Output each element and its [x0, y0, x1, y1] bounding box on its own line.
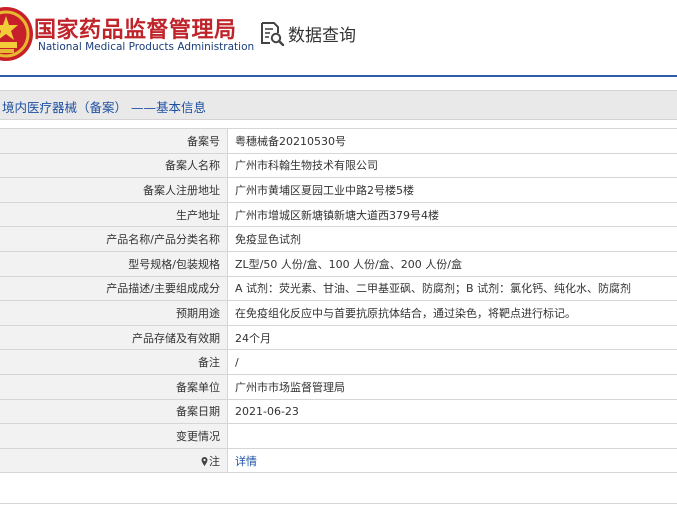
- detail-table: 备案号 粤穗械备20210530号 备案人名称 广州市科翰生物技术有限公司 备案…: [0, 128, 677, 474]
- row-label-note: 注: [0, 447, 228, 474]
- row-value: 24个月: [227, 324, 677, 351]
- table-row: 变更情况: [0, 423, 677, 449]
- row-label: 产品描述/主要组成成分: [0, 275, 228, 302]
- row-value: [227, 423, 677, 449]
- header-divider: [0, 75, 677, 77]
- table-row: 预期用途 在免疫组化反应中与首要抗原抗体结合，通过染色，将靶点进行标记。: [0, 300, 677, 326]
- row-value: 广州市科翰生物技术有限公司: [227, 152, 677, 179]
- row-value: 广州市黄埔区夏园工业中路2号楼5楼: [227, 177, 677, 203]
- document-search-icon: [261, 22, 285, 46]
- table-row: 产品名称/产品分类名称 免疫显色试剂: [0, 226, 677, 252]
- table-row: 生产地址 广州市增城区新塘镇新塘大道西379号4楼: [0, 201, 677, 228]
- row-label: 备案人名称: [0, 152, 228, 179]
- table-row: 备案人名称 广州市科翰生物技术有限公司: [0, 152, 677, 179]
- national-emblem-icon: [0, 7, 33, 61]
- pin-icon: [201, 456, 208, 466]
- row-label: 备案日期: [0, 398, 228, 425]
- row-value: A 试剂：荧光素、甘油、二甲基亚砜、防腐剂；B 试剂：氯化钙、纯化水、防腐剂: [227, 275, 677, 302]
- table-row: 注 详情: [0, 447, 677, 474]
- row-label: 产品名称/产品分类名称: [0, 226, 228, 252]
- row-value: 粤穗械备20210530号: [227, 128, 677, 154]
- section-title: 境内医疗器械（备案） ——基本信息: [2, 100, 206, 115]
- page-title: 数据查询: [288, 26, 356, 46]
- table-row: 型号规格/包装规格 ZL型/50 人份/盒、100 人份/盒、200 人份/盒: [0, 250, 677, 277]
- row-label: 变更情况: [0, 423, 228, 449]
- row-label: 备案人注册地址: [0, 177, 228, 203]
- table-row: 备注 /: [0, 349, 677, 375]
- row-label: 生产地址: [0, 201, 228, 228]
- row-value: 详情: [227, 447, 677, 474]
- row-value: 广州市增城区新塘镇新塘大道西379号4楼: [227, 201, 677, 228]
- footer-divider: [0, 503, 677, 504]
- brand-subtitle: National Medical Products Administration: [38, 41, 255, 53]
- details-link[interactable]: 详情: [235, 455, 257, 468]
- row-label: 预期用途: [0, 300, 228, 326]
- row-label: 备注: [0, 349, 228, 375]
- row-label: 备案单位: [0, 373, 228, 400]
- row-value: ZL型/50 人份/盒、100 人份/盒、200 人份/盒: [227, 250, 677, 277]
- note-label: 注: [209, 454, 220, 468]
- table-row: 备案单位 广州市市场监督管理局: [0, 373, 677, 400]
- table-row: 产品描述/主要组成成分 A 试剂：荧光素、甘油、二甲基亚砜、防腐剂；B 试剂：氯…: [0, 275, 677, 302]
- row-value: 免疫显色试剂: [227, 226, 677, 252]
- table-row: 产品存储及有效期 24个月: [0, 324, 677, 351]
- row-value: 广州市市场监督管理局: [227, 373, 677, 400]
- table-row: 备案日期 2021-06-23: [0, 398, 677, 425]
- table-row: 备案人注册地址 广州市黄埔区夏园工业中路2号楼5楼: [0, 177, 677, 203]
- detail-table-container: 备案号 粤穗械备20210530号 备案人名称 广州市科翰生物技术有限公司 备案…: [0, 128, 677, 474]
- row-label: 型号规格/包装规格: [0, 250, 228, 277]
- row-value: /: [227, 349, 677, 375]
- row-label: 产品存储及有效期: [0, 324, 228, 351]
- section-header: 境内医疗器械（备案） ——基本信息: [0, 90, 677, 120]
- row-value: 2021-06-23: [227, 398, 677, 425]
- row-value: 在免疫组化反应中与首要抗原抗体结合，通过染色，将靶点进行标记。: [227, 300, 677, 326]
- table-row: 备案号 粤穗械备20210530号: [0, 128, 677, 154]
- brand-title: 国家药品监督管理局: [34, 18, 237, 43]
- site-header: 国家药品监督管理局 National Medical Products Admi…: [0, 0, 677, 77]
- row-label: 备案号: [0, 128, 228, 154]
